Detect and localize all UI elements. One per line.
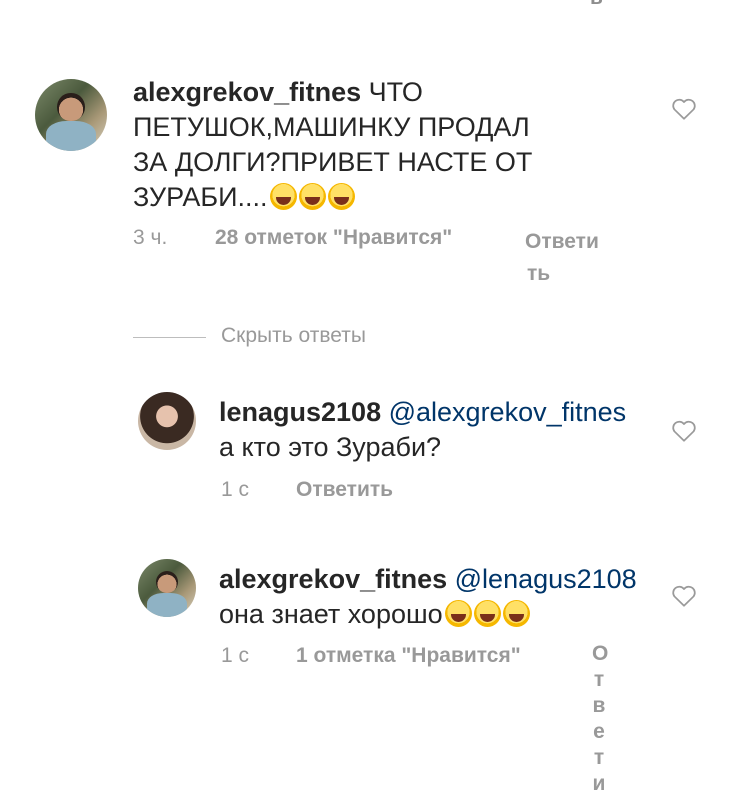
comment-time: 1 с [221,644,250,667]
likes-count[interactable]: 28 отметок "Нравится" [215,226,452,250]
comment-text: она знает хорошо [219,599,443,629]
reply-button[interactable]: Ответи ть [525,226,599,290]
comment-time: 3 ч. [133,226,168,249]
reply-button[interactable]: Ответить [296,478,393,502]
comment-text-line: ЗА ДОЛГИ?ПРИВЕТ НАСТЕ ОТ [133,147,533,177]
comment-username[interactable]: alexgrekov_fitnes [133,77,361,107]
avatar[interactable] [138,559,196,617]
reply-body: alexgrekov_fitnes @lenagus2108 она знает… [219,562,659,632]
comment-text: а кто это Зураби? [219,432,442,462]
comment-username[interactable]: lenagus2108 [219,397,381,427]
avatar[interactable] [138,392,196,450]
avatar[interactable] [35,79,107,151]
mention-link[interactable]: @lenagus2108 [455,564,637,594]
divider-line [133,337,206,338]
laughing-emoji-icon [444,600,472,627]
laughing-emoji-icon [473,600,501,627]
likes-count[interactable]: 1 отметка "Нравится" [296,644,521,668]
comment-text-line: ЧТО [368,77,423,107]
laughing-emoji-icon [327,183,355,210]
comment-username[interactable]: alexgrekov_fitnes [219,564,447,594]
comment-text-line: ЗУРАБИ.... [133,182,268,212]
reply-button[interactable]: О т в е т и [592,641,608,797]
heart-outline-icon[interactable] [671,97,697,121]
heart-outline-icon[interactable] [671,419,697,443]
comment-body: alexgrekov_fitnes ЧТО ПЕТУШОК,МАШИНКУ ПР… [133,75,583,215]
comment-time: 1 с [221,478,250,501]
comment-text-line: ПЕТУШОК,МАШИНКУ ПРОДАЛ [133,112,530,142]
reply-body: lenagus2108 @alexgrekov_fitnes а кто это… [219,395,659,465]
previous-reply-fragment: ь [590,0,603,10]
laughing-emoji-icon [269,183,297,210]
heart-outline-icon[interactable] [671,584,697,608]
laughing-emoji-icon [298,183,326,210]
laughing-emoji-icon [502,600,530,627]
mention-link[interactable]: @alexgrekov_fitnes [389,397,627,427]
hide-replies-button[interactable]: Скрыть ответы [221,324,366,348]
